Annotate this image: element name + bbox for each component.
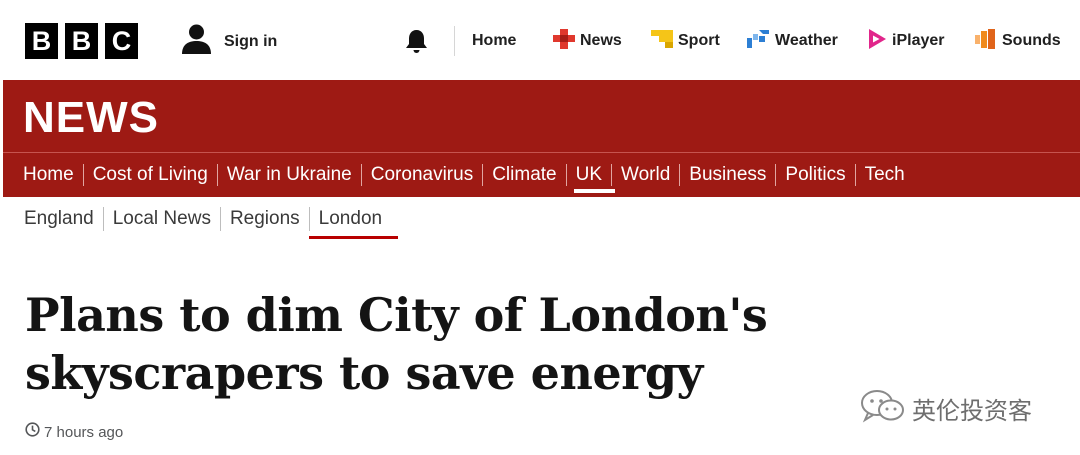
global-nav-label: Home	[472, 32, 517, 49]
global-nav-home[interactable]: Home	[472, 29, 516, 53]
nav-separator	[482, 164, 484, 186]
wechat-icon	[860, 389, 906, 428]
section-nav-coronavirus[interactable]: Coronavirus	[371, 164, 492, 186]
iplayer-icon	[867, 28, 887, 55]
section-nav-label: UK	[575, 164, 603, 185]
wechat-watermark: 英伦投资客	[860, 389, 1032, 428]
news-section-nav: Home Cost of Living War in Ukraine Coron…	[23, 161, 914, 193]
sport-icon	[651, 28, 673, 55]
global-header: B B C Sign in Home News Sport Weather iP…	[0, 0, 1080, 80]
sub-nav-local-news[interactable]: Local News	[113, 207, 230, 231]
nav-separator	[679, 164, 681, 186]
sounds-icon	[975, 28, 997, 55]
global-nav: Home News Sport Weather iPlayer Sounds	[0, 28, 1080, 55]
nav-separator	[775, 164, 777, 186]
weather-icon	[747, 28, 770, 55]
nav-separator	[216, 164, 218, 186]
section-nav-climate[interactable]: Climate	[492, 164, 575, 186]
section-nav-label: Coronavirus	[370, 164, 474, 185]
sub-nav-label: Regions	[229, 208, 300, 229]
watermark-label: 英伦投资客	[912, 397, 1032, 425]
sub-nav-label: Local News	[112, 208, 211, 229]
banner-divider	[3, 152, 1080, 153]
news-icon	[553, 28, 575, 55]
section-nav-label: Tech	[864, 164, 905, 185]
sub-nav-label: London	[318, 208, 383, 229]
section-nav-politics[interactable]: Politics	[785, 164, 864, 186]
sub-nav-london[interactable]: London	[308, 208, 399, 239]
section-nav-business[interactable]: Business	[689, 164, 785, 186]
section-nav-label: World	[621, 164, 671, 185]
global-nav-label: Weather	[775, 32, 838, 49]
section-nav-uk[interactable]: UK	[573, 164, 621, 193]
global-nav-iplayer[interactable]: iPlayer	[867, 28, 945, 55]
clock-icon	[25, 422, 40, 442]
news-banner: NEWS Home Cost of Living War in Ukraine …	[3, 80, 1080, 197]
nav-separator	[102, 207, 104, 231]
nav-separator	[82, 164, 84, 186]
section-nav-label: Home	[23, 164, 74, 185]
section-nav-cost-of-living[interactable]: Cost of Living	[93, 164, 227, 186]
global-nav-sounds[interactable]: Sounds	[975, 28, 1061, 55]
global-nav-label: Sport	[678, 32, 720, 49]
global-nav-weather[interactable]: Weather	[747, 29, 838, 53]
global-nav-label: Sounds	[1002, 32, 1061, 49]
section-nav-war-in-ukraine[interactable]: War in Ukraine	[227, 164, 371, 186]
section-nav-home[interactable]: Home	[23, 164, 93, 186]
global-nav-news[interactable]: News	[553, 28, 622, 55]
nav-separator	[360, 164, 362, 186]
nav-separator	[219, 207, 221, 231]
section-nav-tech[interactable]: Tech	[865, 164, 914, 186]
section-nav-label: Politics	[785, 164, 846, 185]
global-nav-label: iPlayer	[892, 32, 945, 49]
sub-nav-regions[interactable]: Regions	[230, 207, 319, 231]
nav-separator	[308, 207, 310, 231]
section-nav-label: Business	[689, 164, 767, 185]
article-headline: Plans to dim City of London's skyscraper…	[25, 288, 768, 400]
nav-separator	[565, 164, 567, 186]
section-nav-label: Climate	[492, 164, 557, 185]
article-timestamp: 7 hours ago	[25, 422, 123, 442]
timestamp-label: 7 hours ago	[44, 423, 124, 441]
section-nav-label: Cost of Living	[92, 164, 208, 185]
uk-sub-nav: England Local News Regions London	[24, 205, 399, 239]
global-nav-label: News	[580, 32, 622, 49]
global-nav-sport[interactable]: Sport	[651, 29, 720, 53]
sub-nav-label: England	[24, 208, 94, 229]
nav-separator	[611, 164, 613, 186]
section-nav-label: War in Ukraine	[226, 164, 352, 185]
nav-separator	[854, 164, 856, 186]
sub-nav-england[interactable]: England	[24, 207, 113, 231]
section-nav-world[interactable]: World	[621, 164, 689, 186]
news-wordmark[interactable]: NEWS	[23, 93, 159, 143]
